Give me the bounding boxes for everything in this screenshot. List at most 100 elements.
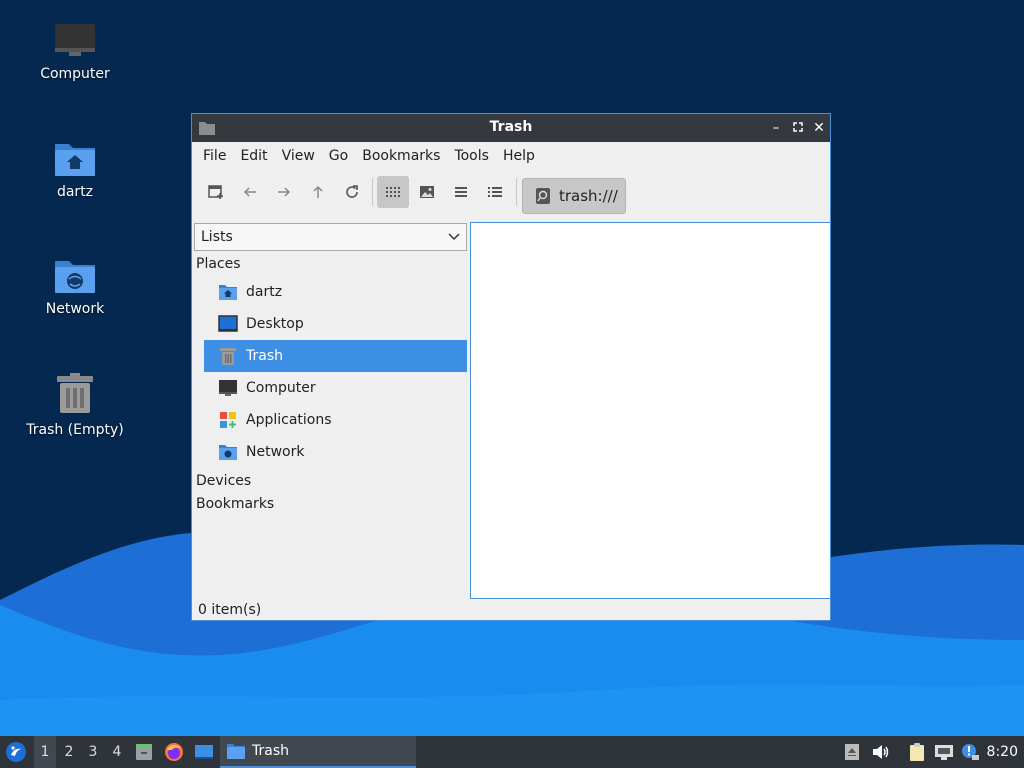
desktop-icon-label: Computer — [40, 66, 110, 82]
menu-go[interactable]: Go — [322, 148, 355, 164]
home-folder-icon — [55, 144, 95, 176]
folder-icon — [227, 744, 245, 759]
desktop-icon-network[interactable]: Network — [15, 255, 135, 317]
place-label: Applications — [246, 412, 332, 428]
title-bar[interactable]: Trash – ✕ — [192, 114, 830, 142]
workspace-3[interactable]: 3 — [82, 736, 104, 768]
image-icon — [420, 186, 434, 198]
up-button[interactable] — [302, 176, 334, 208]
chevron-down-icon — [448, 233, 460, 241]
menu-file[interactable]: File — [196, 148, 233, 164]
home-folder-icon — [219, 285, 237, 300]
detailed-view-button[interactable] — [479, 176, 511, 208]
menu-bar: File Edit View Go Bookmarks Tools Help — [192, 142, 830, 170]
toolbar-separator — [372, 178, 373, 206]
start-menu-button[interactable] — [4, 736, 28, 768]
menu-help[interactable]: Help — [496, 148, 542, 164]
place-label: dartz — [246, 284, 283, 300]
status-bar-text: 0 item(s) — [198, 602, 262, 618]
computer-icon — [219, 380, 237, 396]
toolbar-separator — [516, 178, 517, 206]
place-label: Desktop — [246, 316, 304, 332]
minimize-button[interactable]: – — [766, 118, 786, 138]
detailed-list-icon — [488, 187, 502, 197]
show-desktop-button[interactable] — [192, 736, 216, 768]
desktop-icon-trash[interactable]: Trash (Empty) — [15, 372, 135, 438]
taskbar-window-button[interactable]: Trash — [220, 736, 416, 768]
workspace-1[interactable]: 1 — [34, 736, 56, 768]
list-icon — [455, 187, 467, 197]
arrow-left-icon — [243, 187, 256, 197]
place-label: Trash — [246, 348, 283, 364]
file-view-area[interactable] — [470, 222, 831, 599]
forward-button[interactable] — [268, 176, 300, 208]
workspace-2[interactable]: 2 — [58, 736, 80, 768]
clipboard-icon — [910, 743, 924, 761]
file-manager-launcher[interactable] — [132, 736, 156, 768]
icon-view-icon — [386, 187, 400, 197]
compact-view-button[interactable] — [445, 176, 477, 208]
network-folder-icon — [219, 445, 237, 460]
trash-icon — [57, 373, 93, 413]
side-pane-mode-select[interactable]: Lists — [194, 223, 467, 251]
icon-view-button[interactable] — [377, 176, 409, 208]
place-label: Computer — [246, 380, 316, 396]
network-wired-icon — [935, 745, 953, 760]
applications-icon — [220, 412, 236, 428]
bookmarks-group[interactable]: Bookmarks — [194, 493, 467, 516]
devices-group[interactable]: Devices — [194, 470, 467, 493]
lubuntu-logo-icon — [6, 742, 26, 762]
path-bar-button[interactable]: trash:/// — [522, 178, 626, 214]
eject-icon — [845, 744, 859, 760]
clock[interactable]: 8:20 — [987, 736, 1018, 768]
show-desktop-icon — [195, 745, 213, 759]
place-item-desktop[interactable]: Desktop — [204, 308, 467, 340]
volume-icon — [873, 745, 889, 759]
back-button[interactable] — [234, 176, 266, 208]
place-item-applications[interactable]: Applications — [204, 404, 467, 436]
place-item-dartz[interactable]: dartz — [204, 276, 467, 308]
trash-icon — [220, 348, 236, 365]
computer-icon — [55, 24, 95, 56]
firefox-launcher[interactable] — [162, 736, 186, 768]
firefox-icon — [165, 743, 183, 761]
trash-location-icon — [536, 188, 550, 204]
menu-edit[interactable]: Edit — [233, 148, 274, 164]
update-notifier-tray[interactable] — [959, 736, 981, 768]
file-cabinet-icon — [136, 744, 152, 760]
desktop-icon-label: dartz — [56, 184, 94, 200]
removable-media-tray[interactable] — [842, 736, 862, 768]
place-label: Network — [246, 444, 305, 460]
toolbar — [192, 170, 830, 212]
desktop-icon-label: Trash (Empty) — [26, 422, 124, 438]
menu-tools[interactable]: Tools — [447, 148, 496, 164]
network-folder-icon — [55, 261, 95, 293]
reload-icon — [346, 185, 358, 198]
close-button[interactable]: ✕ — [809, 118, 829, 138]
thumbnail-view-button[interactable] — [411, 176, 443, 208]
clipboard-tray[interactable] — [906, 736, 928, 768]
new-tab-icon — [208, 185, 223, 199]
place-item-trash[interactable]: Trash — [204, 340, 467, 372]
arrow-right-icon — [278, 187, 291, 197]
window-title: Trash — [489, 119, 533, 135]
desktop-icon — [218, 315, 238, 332]
maximize-icon — [793, 122, 803, 132]
menu-bookmarks[interactable]: Bookmarks — [355, 148, 447, 164]
places-group[interactable]: Places — [194, 253, 467, 276]
desktop-icon-computer[interactable]: Computer — [15, 20, 135, 82]
taskbar: 1 2 3 4 Trash 8:20 — [0, 736, 1024, 768]
volume-tray[interactable] — [870, 736, 892, 768]
file-manager-window: Trash – ✕ File Edit View Go Bookmarks To… — [191, 113, 831, 621]
new-tab-button[interactable] — [200, 176, 232, 208]
place-item-network[interactable]: Network — [204, 436, 467, 468]
workspace-4[interactable]: 4 — [106, 736, 128, 768]
update-notification-icon — [962, 744, 979, 760]
maximize-button[interactable] — [788, 118, 808, 138]
network-tray[interactable] — [933, 736, 955, 768]
menu-view[interactable]: View — [275, 148, 322, 164]
reload-button[interactable] — [336, 176, 368, 208]
place-item-computer[interactable]: Computer — [204, 372, 467, 404]
desktop-icon-dartz[interactable]: dartz — [15, 138, 135, 200]
side-pane-mode-value: Lists — [201, 229, 233, 245]
